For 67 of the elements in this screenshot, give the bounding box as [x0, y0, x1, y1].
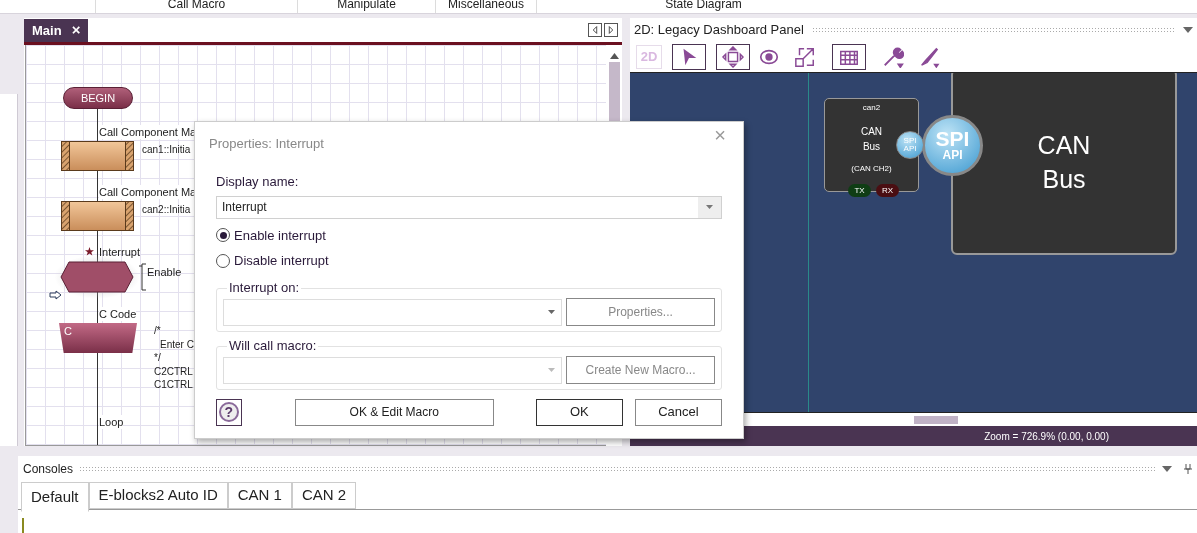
api-badge-text: API — [903, 145, 917, 153]
dialog-title: Properties: Interrupt — [209, 135, 324, 154]
pin-label: TX — [848, 184, 871, 197]
console-tab[interactable]: E-blocks2 Auto ID — [88, 482, 228, 509]
close-button[interactable]: × — [71, 19, 81, 42]
pin-icon[interactable] — [1184, 464, 1192, 474]
ribbon-group-label: Call Macro — [167, 0, 226, 13]
scroll-thumb[interactable] — [914, 416, 958, 424]
dropdown-icon[interactable] — [1162, 466, 1172, 472]
code-line: Enter C — [159, 337, 194, 351]
radio-label: Enable interrupt — [234, 226, 326, 245]
component-channel: (CAN CH2) — [851, 164, 892, 174]
move-icon[interactable] — [716, 44, 750, 70]
api-badge-text: SPI — [903, 137, 917, 145]
ribbon-group-label: State Diagram — [665, 0, 742, 13]
code-line: C1CTRL — [154, 378, 194, 392]
node-caption: Interrupt — [99, 245, 140, 259]
bracket-icon — [139, 263, 147, 291]
ribbon-group-label: Manipulate — [337, 0, 396, 13]
dropdown-icon[interactable] — [548, 310, 555, 314]
node-detail: can1::Initia — [142, 143, 191, 157]
group-button[interactable]: Properties... — [566, 297, 715, 326]
help-button[interactable]: ? — [216, 398, 242, 426]
scroll-up-icon[interactable] — [609, 53, 619, 59]
node-detail: can2::Initia — [142, 203, 191, 217]
ribbon-group-label: Miscellaneous — [447, 0, 524, 13]
code-line: C2CTRL — [154, 364, 194, 378]
dropdown-icon[interactable] — [1183, 27, 1193, 33]
grid-icon[interactable] — [832, 44, 866, 70]
zoom-status: Zoom = 726.9% (0.00, 0.00) — [984, 429, 1109, 444]
api-badge-text: API — [942, 149, 963, 162]
dropdown-icon[interactable] — [706, 205, 713, 209]
field-label: Display name: — [216, 173, 300, 191]
bus-block-text: CAN — [1037, 130, 1091, 161]
component-name: can2 — [862, 102, 881, 114]
node-caption: Loop — [99, 415, 124, 429]
pin-label: RX — [876, 184, 899, 197]
node-note: Enable — [147, 265, 182, 279]
component-title: Bus — [862, 140, 881, 154]
cancel-button[interactable]: Cancel — [634, 398, 722, 426]
console-tab[interactable]: Default — [21, 482, 89, 512]
combo-value: Interrupt — [221, 198, 268, 216]
api-badge-text: SPI — [935, 129, 970, 149]
code-line: /* — [154, 324, 162, 338]
console-tab[interactable]: CAN 2 — [291, 482, 357, 509]
begin-terminal: BEGIN — [63, 87, 133, 109]
scroll-right-button[interactable] — [604, 23, 618, 37]
scroll-left-button[interactable] — [588, 23, 602, 37]
component-title: CAN — [860, 125, 883, 139]
code-line: */ — [154, 351, 162, 365]
editor-tab[interactable]: Main × — [24, 19, 89, 42]
arrow-icon — [49, 290, 62, 300]
group-button[interactable]: Create New Macro... — [566, 355, 715, 384]
consoles-title: Consoles — [23, 461, 74, 478]
panel-title: 2D: Legacy Dashboard Panel — [634, 21, 804, 40]
node-caption: C Code — [99, 307, 137, 321]
star-icon — [85, 247, 94, 256]
code-block-glyph: C — [64, 325, 72, 338]
pointer-icon[interactable] — [672, 44, 706, 70]
display-name-combo[interactable]: Interrupt — [216, 195, 722, 219]
bus-block-text: Bus — [1042, 164, 1086, 195]
radio-label: Disable interrupt — [234, 252, 329, 270]
scroll-thumb[interactable] — [608, 62, 620, 122]
console-tab[interactable]: CAN 1 — [227, 482, 292, 509]
ok-edit-macro-button[interactable]: OK & Edit Macro — [294, 398, 494, 426]
ok-button[interactable]: OK — [535, 398, 623, 426]
tab-label: Main — [32, 21, 62, 40]
